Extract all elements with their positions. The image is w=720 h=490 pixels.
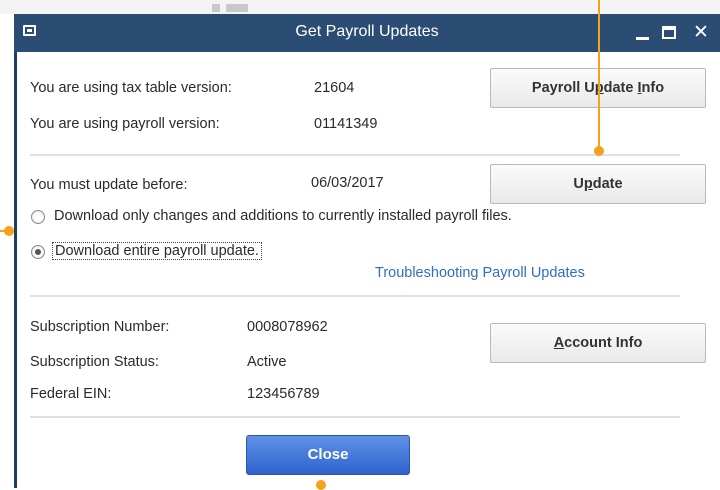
payroll-version-value: 01141349: [314, 116, 378, 132]
payroll-updates-dialog: Get Payroll Updates ✕ You are using tax …: [14, 14, 720, 488]
background-element: [212, 4, 220, 12]
download-changes-radio[interactable]: [31, 210, 45, 224]
close-button[interactable]: Close: [246, 435, 410, 475]
account-info-button[interactable]: Account Info: [490, 323, 706, 363]
subscription-status-label: Subscription Status:: [30, 354, 159, 370]
annotation-dot: [4, 226, 14, 236]
close-window-icon[interactable]: ✕: [690, 22, 712, 44]
tax-table-value: 21604: [314, 80, 355, 96]
button-label: Payroll U: [531, 80, 595, 96]
button-label-accel: A: [553, 335, 565, 351]
maximize-icon[interactable]: [659, 22, 681, 44]
background-app-strip: [0, 0, 720, 14]
subscription-number-label: Subscription Number:: [30, 319, 170, 335]
button-label: ccount Info: [564, 335, 643, 351]
title-bar[interactable]: Get Payroll Updates ✕: [14, 14, 720, 52]
download-entire-text: Download entire payroll update.: [52, 242, 262, 260]
download-changes-label[interactable]: Download only changes and additions to c…: [54, 208, 512, 224]
subscription-number-value: 0008078962: [247, 319, 328, 335]
update-before-label: You must update before:: [30, 177, 188, 193]
federal-ein-value: 123456789: [247, 386, 320, 402]
background-element: [226, 4, 248, 12]
update-before-value: 06/03/2017: [311, 175, 384, 191]
payroll-version-label: You are using payroll version:: [30, 116, 220, 132]
button-label: date: [592, 176, 623, 192]
divider: [30, 416, 680, 418]
divider: [30, 295, 680, 297]
window-border: [14, 52, 17, 488]
minimize-icon[interactable]: [632, 22, 654, 44]
update-button[interactable]: Update: [490, 164, 706, 204]
annotation-line: [598, 0, 600, 150]
federal-ein-label: Federal EIN:: [30, 386, 112, 402]
button-label: nfo: [641, 80, 665, 96]
tax-table-label: You are using tax table version:: [30, 80, 232, 96]
subscription-status-value: Active: [247, 354, 287, 370]
window-title: Get Payroll Updates: [295, 23, 439, 40]
download-entire-label[interactable]: Download entire payroll update.: [52, 242, 262, 260]
annotation-dot: [594, 146, 604, 156]
troubleshooting-link[interactable]: Troubleshooting Payroll Updates: [375, 265, 585, 281]
button-label-accel: p: [583, 176, 593, 192]
button-label: date: [603, 80, 638, 96]
button-label: U: [573, 176, 584, 192]
download-entire-radio[interactable]: [31, 245, 45, 259]
divider: [30, 154, 680, 156]
annotation-dot: [316, 480, 326, 490]
